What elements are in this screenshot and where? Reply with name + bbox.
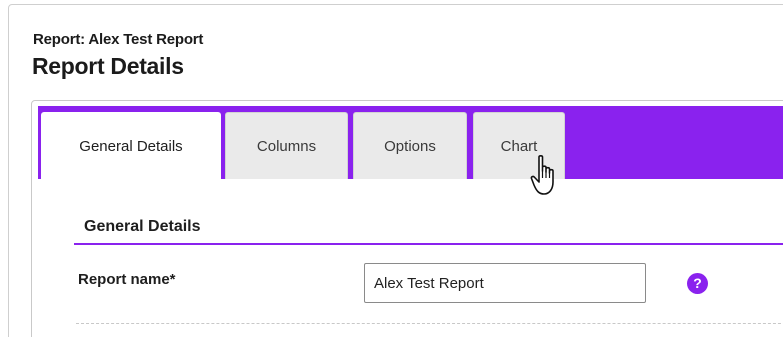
tab-label: Chart (500, 137, 538, 155)
hand-pointer-cursor-icon (530, 155, 554, 195)
report-name-label: Report name* (78, 271, 176, 288)
tab-columns[interactable]: Columns (225, 112, 348, 179)
tab-options[interactable]: Options (353, 112, 467, 179)
tab-general-details[interactable]: General Details (41, 112, 221, 179)
breadcrumb: Report: Alex Test Report (33, 31, 204, 48)
tab-label: Options (384, 137, 436, 155)
section-header-general-details: General Details (74, 218, 783, 245)
help-question-icon[interactable]: ? (687, 273, 708, 294)
report-name-input[interactable] (364, 263, 646, 303)
tab-label: General Details (79, 137, 183, 155)
dashed-divider (76, 323, 783, 324)
page-title: Report Details (32, 53, 184, 79)
tab-label: Columns (256, 137, 317, 155)
section-title: General Details (84, 218, 201, 235)
